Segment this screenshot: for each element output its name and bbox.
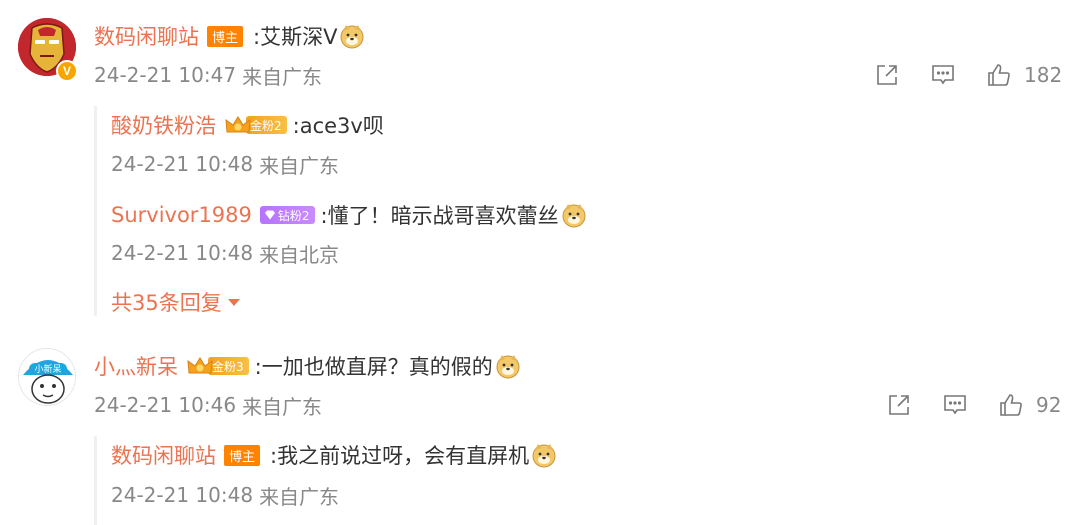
doge-emoji-icon: [340, 25, 364, 49]
verified-badge-icon: V: [56, 60, 78, 82]
reply-list: 数码闲聊站 博主 :我之前说过呀，会有直屏机 24-2-21 10:48 来自广…: [94, 436, 1054, 525]
fan-badge: 金粉2: [224, 114, 287, 136]
fan-badge: 金粉3: [186, 355, 249, 377]
more-replies-label: 共35条回复: [111, 291, 222, 315]
like-count: 92: [1036, 393, 1062, 417]
comment-author[interactable]: 数码闲聊站: [94, 21, 199, 51]
comment-icon: [932, 65, 954, 85]
comment-meta: 24-2-21 10:47 来自广东: [94, 62, 323, 89]
diamond-icon: [264, 210, 275, 220]
reply-header: 酸奶铁粉浩 金粉2 :ace3v呗: [111, 110, 384, 140]
reply-button[interactable]: [930, 62, 956, 88]
reply-meta: 24-2-21 10:48 来自广东: [111, 151, 340, 178]
reply-location: 来自广东: [259, 153, 340, 178]
fan-badge-label: 钻粉2: [259, 206, 315, 224]
comment-author[interactable]: 小灬新呆: [94, 351, 178, 381]
like-icon: [1000, 394, 1022, 416]
crown-icon: [225, 116, 251, 133]
comment-icon: [944, 395, 966, 415]
like-icon: [988, 64, 1010, 86]
reply-location: 来自北京: [259, 242, 340, 267]
reply-author[interactable]: Survivor1989: [111, 203, 252, 227]
fan-badge: 钻粉2: [259, 204, 315, 226]
fan-badge-label: 金粉2: [246, 116, 287, 134]
like-button[interactable]: 92: [998, 392, 1061, 418]
comment-location: 来自广东: [242, 394, 323, 419]
repost-button[interactable]: [874, 62, 900, 88]
reply-author[interactable]: 酸奶铁粉浩: [111, 110, 216, 140]
reply-text: :ace3v呗: [292, 114, 384, 138]
repost-button[interactable]: [886, 392, 912, 418]
comment-text: :艾斯深V: [253, 25, 338, 49]
like-button[interactable]: 182: [986, 62, 1062, 88]
reply-list: 酸奶铁粉浩 金粉2 :ace3v呗 24-2-21 10:48 来自广东 Sur…: [94, 106, 1054, 316]
host-badge: 博主: [207, 25, 244, 47]
doge-emoji-icon: [562, 204, 586, 228]
comment-item: V 数码闲聊站 博主 :艾斯深V 24-2-21 10:47 来自广东 182 …: [0, 0, 1080, 320]
comment-actions: 182: [874, 61, 1062, 89]
comment-meta: 24-2-21 10:46 来自广东: [94, 392, 323, 419]
comment-header: 小灬新呆 金粉3 :一加也做直屏？真的假的: [94, 352, 521, 380]
svg-text:小新呆: 小新呆: [34, 363, 61, 375]
like-count: 182: [1024, 63, 1063, 87]
reply-button[interactable]: [942, 392, 968, 418]
avatar-wrap[interactable]: V: [18, 18, 80, 82]
host-badge: 博主: [224, 444, 261, 466]
comment-item: 小新呆 小灬新呆 金粉3 :一加也做直屏？真的假的 24-2-21 10:46: [0, 330, 1080, 525]
comment-text: :一加也做直屏？真的假的: [254, 355, 493, 379]
more-replies-link[interactable]: 共35条回复: [111, 288, 242, 316]
comment-location: 来自广东: [242, 64, 323, 89]
comment-actions: 92: [886, 391, 1061, 419]
reply-header: 数码闲聊站 博主 :我之前说过呀，会有直屏机: [111, 440, 557, 470]
doge-emoji-icon: [496, 355, 520, 379]
comment-time: 24-2-21 10:46: [94, 393, 237, 417]
reply-text: :懂了！暗示战哥喜欢蕾丝: [320, 204, 559, 228]
reply-text: :我之前说过呀，会有直屏机: [270, 444, 530, 468]
reply-time: 24-2-21 10:48: [111, 241, 254, 265]
fan-badge-text: 钻粉2: [277, 208, 310, 223]
repost-icon: [889, 395, 909, 415]
reply-time: 24-2-21 10:48: [111, 152, 254, 176]
reply-header: Survivor1989 钻粉2 :懂了！暗示战哥喜欢蕾丝: [111, 200, 587, 230]
reply-time: 24-2-21 10:48: [111, 483, 254, 507]
fan-badge-label: 金粉3: [208, 357, 249, 375]
avatar[interactable]: 小新呆: [18, 348, 76, 406]
reply-meta: 24-2-21 10:48 来自北京: [111, 240, 340, 267]
avatar-wrap[interactable]: 小新呆: [18, 348, 80, 412]
reply-author[interactable]: 数码闲聊站: [111, 440, 216, 470]
comment-time: 24-2-21 10:47: [94, 63, 237, 87]
repost-icon: [877, 65, 897, 85]
reply-location: 来自广东: [259, 484, 340, 509]
reply-meta: 24-2-21 10:48 来自广东: [111, 482, 340, 509]
crown-icon: [187, 357, 213, 374]
caret-down-icon: [227, 299, 240, 306]
comment-header: 数码闲聊站 博主 :艾斯深V: [94, 22, 365, 50]
cartoon-avatar-icon: 小新呆: [19, 349, 75, 405]
doge-emoji-icon: [532, 444, 556, 468]
